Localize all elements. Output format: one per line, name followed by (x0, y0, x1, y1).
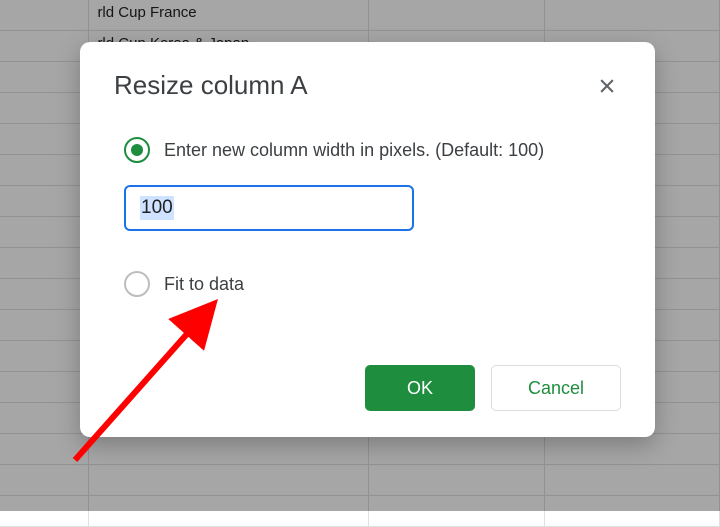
cancel-button[interactable]: Cancel (491, 365, 621, 411)
close-button[interactable] (593, 72, 621, 100)
resize-column-dialog: Resize column A Enter new column width i… (80, 42, 655, 437)
dialog-title: Resize column A (114, 70, 308, 101)
column-width-value: 100 (140, 196, 174, 220)
radio-fit-to-data[interactable] (124, 271, 150, 297)
radio-enter-width[interactable] (124, 137, 150, 163)
close-icon (597, 76, 617, 96)
option-fit-to-data[interactable]: Fit to data (124, 271, 621, 297)
option-enter-width[interactable]: Enter new column width in pixels. (Defau… (124, 137, 621, 163)
radio-fit-to-data-label: Fit to data (164, 274, 244, 295)
radio-enter-width-label: Enter new column width in pixels. (Defau… (164, 140, 544, 161)
column-width-input[interactable]: 100 (124, 185, 414, 231)
ok-button[interactable]: OK (365, 365, 475, 411)
